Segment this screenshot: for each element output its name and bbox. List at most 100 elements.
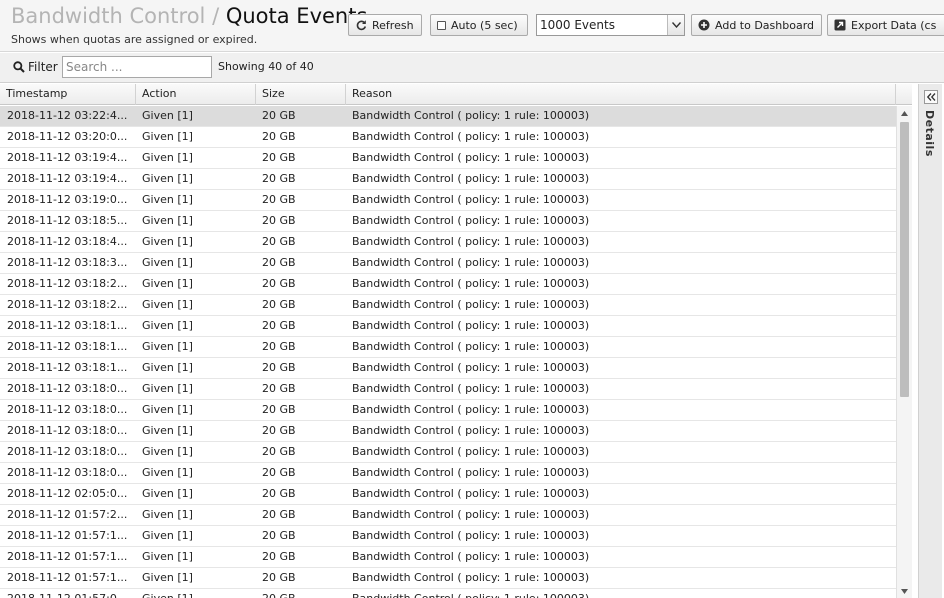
cell-size: 20 GB xyxy=(262,130,296,143)
table-row[interactable]: 2018-11-12 03:18:1... Given [1] 20 GB Bandw… xyxy=(0,337,896,358)
table-row[interactable]: 2018-11-12 03:19:4... Given [1] 20 GB Bandw… xyxy=(0,148,896,169)
events-count-select[interactable]: 1000 Events xyxy=(536,14,685,36)
cell-timestamp: 2018-11-12 03:22:4... xyxy=(7,109,128,122)
cell-action: Given [1] xyxy=(142,571,193,584)
cell-action: Given [1] xyxy=(142,508,193,521)
table-header: Timestamp Action Size Reason xyxy=(0,84,912,105)
cell-size: 20 GB xyxy=(262,403,296,416)
breadcrumb-parent[interactable]: Bandwidth Control xyxy=(11,4,205,28)
table-row[interactable]: 2018-11-12 03:18:5... Given [1] 20 GB Bandw… xyxy=(0,211,896,232)
cell-reason: Bandwidth Control ( policy: 1 rule: 1000… xyxy=(352,361,590,374)
table-row[interactable]: 2018-11-12 03:18:0... Given [1] 20 GB Bandw… xyxy=(0,463,896,484)
export-data-button[interactable]: Export Data (cs xyxy=(827,14,944,36)
table-row[interactable]: 2018-11-12 01:57:1... Given [1] 20 GB Bandw… xyxy=(0,547,896,568)
cell-reason: Bandwidth Control ( policy: 1 rule: 1000… xyxy=(352,193,590,206)
cell-reason: Bandwidth Control ( policy: 1 rule: 1000… xyxy=(352,340,590,353)
table-row[interactable]: 2018-11-12 03:20:0... Given [1] 20 GB Bandw… xyxy=(0,127,896,148)
table-row[interactable]: 2018-11-12 03:18:0... Given [1] 20 GB Bandw… xyxy=(0,442,896,463)
cell-size: 20 GB xyxy=(262,172,296,185)
filter-label-text: Filter xyxy=(28,60,58,74)
cell-reason: Bandwidth Control ( policy: 1 rule: 1000… xyxy=(352,403,590,416)
cell-size: 20 GB xyxy=(262,277,296,290)
table-row[interactable]: 2018-11-12 03:18:0... Given [1] 20 GB Bandw… xyxy=(0,400,896,421)
cell-reason: Bandwidth Control ( policy: 1 rule: 1000… xyxy=(352,298,590,311)
cell-action: Given [1] xyxy=(142,172,193,185)
cell-action: Given [1] xyxy=(142,319,193,332)
vertical-scrollbar[interactable] xyxy=(896,106,912,598)
table-row[interactable]: 2018-11-12 03:18:1... Given [1] 20 GB Bandw… xyxy=(0,316,896,337)
table-row[interactable]: 2018-11-12 02:05:0... Given [1] 20 GB Bandw… xyxy=(0,484,896,505)
table-row[interactable]: 2018-11-12 03:19:0... Given [1] 20 GB Bandw… xyxy=(0,190,896,211)
table-row[interactable]: 2018-11-12 03:22:4... Given [1] 20 GB Bandw… xyxy=(0,106,896,127)
cell-timestamp: 2018-11-12 03:18:1... xyxy=(7,340,128,353)
page-subtitle: Shows when quotas are assigned or expire… xyxy=(11,33,258,46)
auto-refresh-checkbox[interactable] xyxy=(437,20,446,30)
table-row[interactable]: 2018-11-12 01:57:0...Given [1]20 GBBandw… xyxy=(0,589,896,598)
cell-reason: Bandwidth Control ( policy: 1 rule: 1000… xyxy=(352,445,590,458)
cell-reason: Bandwidth Control ( policy: 1 rule: 1000… xyxy=(352,277,590,290)
scrollbar-thumb[interactable] xyxy=(900,122,909,397)
cell-size: 20 GB xyxy=(262,508,296,521)
cell-timestamp: 2018-11-12 01:57:0... xyxy=(0,589,133,598)
cell-reason: Bandwidth Control ( policy: 1 rule: 1000… xyxy=(352,529,590,542)
column-header-size[interactable]: Size xyxy=(256,84,346,105)
cell-timestamp: 2018-11-12 03:18:0... xyxy=(7,382,128,395)
cell-action: Given [1] xyxy=(142,193,193,206)
cell-reason: Bandwidth Control ( policy: 1 rule: 1000… xyxy=(352,151,590,164)
cell-reason: Bandwidth Control ( policy: 1 rule: 1000… xyxy=(352,466,590,479)
cell-action: Given [1] xyxy=(142,130,193,143)
cell-reason: Bandwidth Control ( policy: 1 rule: 1000… xyxy=(352,382,590,395)
column-header-reason[interactable]: Reason xyxy=(346,84,896,105)
cell-timestamp: 2018-11-12 03:18:1... xyxy=(7,319,128,332)
table-row[interactable]: 2018-11-12 03:18:2... Given [1] 20 GB Bandw… xyxy=(0,274,896,295)
cell-size: 20 GB xyxy=(262,487,296,500)
cell-action: Given [1] xyxy=(142,235,193,248)
cell-action: Given [1] xyxy=(142,550,193,563)
cell-action: Given [1] xyxy=(142,529,193,542)
table-row[interactable]: 2018-11-12 01:57:1... Given [1] 20 GB Bandw… xyxy=(0,526,896,547)
expand-details-icon[interactable] xyxy=(924,90,938,104)
cell-size: 20 GB xyxy=(262,319,296,332)
showing-count: Showing 40 of 40 xyxy=(218,60,314,73)
cell-timestamp: 2018-11-12 02:05:0... xyxy=(7,487,128,500)
table-row[interactable]: 2018-11-12 03:18:1... Given [1] 20 GB Bandw… xyxy=(0,358,896,379)
cell-timestamp: 2018-11-12 01:57:1... xyxy=(7,571,128,584)
table-row[interactable]: 2018-11-12 01:57:2... Given [1] 20 GB Bandw… xyxy=(0,505,896,526)
cell-timestamp: 2018-11-12 03:19:0... xyxy=(7,193,128,206)
table-row[interactable]: 2018-11-12 01:57:1... Given [1] 20 GB Bandw… xyxy=(0,568,896,589)
details-panel-label[interactable]: Details xyxy=(923,110,936,157)
refresh-icon xyxy=(355,19,367,31)
cell-action: Given [1] xyxy=(142,340,193,353)
refresh-button[interactable]: Refresh xyxy=(348,14,422,36)
table-body: 2018-11-12 03:22:4... Given [1] 20 GB Bandw… xyxy=(0,106,896,598)
table-row[interactable]: 2018-11-12 03:18:3... Given [1] 20 GB Bandw… xyxy=(0,253,896,274)
details-panel: Details xyxy=(918,84,942,598)
cell-timestamp: 2018-11-12 03:18:0... xyxy=(7,445,128,458)
cell-size: 20 GB xyxy=(262,235,296,248)
scroll-down-icon[interactable] xyxy=(897,584,912,598)
auto-refresh-toggle[interactable]: Auto (5 sec) xyxy=(430,14,528,36)
search-input[interactable] xyxy=(62,56,212,78)
cell-timestamp: 2018-11-12 01:57:1... xyxy=(7,529,128,542)
column-header-action[interactable]: Action xyxy=(136,84,256,105)
table-row[interactable]: 2018-11-12 03:18:4... Given [1] 20 GB Bandw… xyxy=(0,232,896,253)
cell-timestamp: 2018-11-12 03:18:5... xyxy=(7,214,128,227)
cell-timestamp: 2018-11-12 03:18:0... xyxy=(7,424,128,437)
cell-action: Given [1] xyxy=(136,589,254,598)
cell-timestamp: 2018-11-12 03:19:4... xyxy=(7,172,128,185)
table-row[interactable]: 2018-11-12 03:18:0... Given [1] 20 GB Bandw… xyxy=(0,421,896,442)
cell-reason: Bandwidth Control ( policy: 1 rule: 1000… xyxy=(352,319,590,332)
column-header-timestamp[interactable]: Timestamp xyxy=(0,84,136,105)
add-to-dashboard-button[interactable]: Add to Dashboard xyxy=(691,14,822,36)
add-to-dashboard-label: Add to Dashboard xyxy=(715,18,815,32)
table-row[interactable]: 2018-11-12 03:18:0... Given [1] 20 GB Bandw… xyxy=(0,379,896,400)
table-row[interactable]: 2018-11-12 03:19:4... Given [1] 20 GB Bandw… xyxy=(0,169,896,190)
cell-reason: Bandwidth Control ( policy: 1 rule: 1000… xyxy=(352,487,590,500)
cell-size: 20 GB xyxy=(262,445,296,458)
table-row[interactable]: 2018-11-12 03:18:2... Given [1] 20 GB Bandw… xyxy=(0,295,896,316)
cell-size: 20 GB xyxy=(262,151,296,164)
scroll-up-icon[interactable] xyxy=(897,106,912,120)
cell-reason: Bandwidth Control ( policy: 1 rule: 1000… xyxy=(352,424,590,437)
chevron-down-icon[interactable] xyxy=(667,15,684,35)
cell-timestamp: 2018-11-12 01:57:2... xyxy=(7,508,128,521)
